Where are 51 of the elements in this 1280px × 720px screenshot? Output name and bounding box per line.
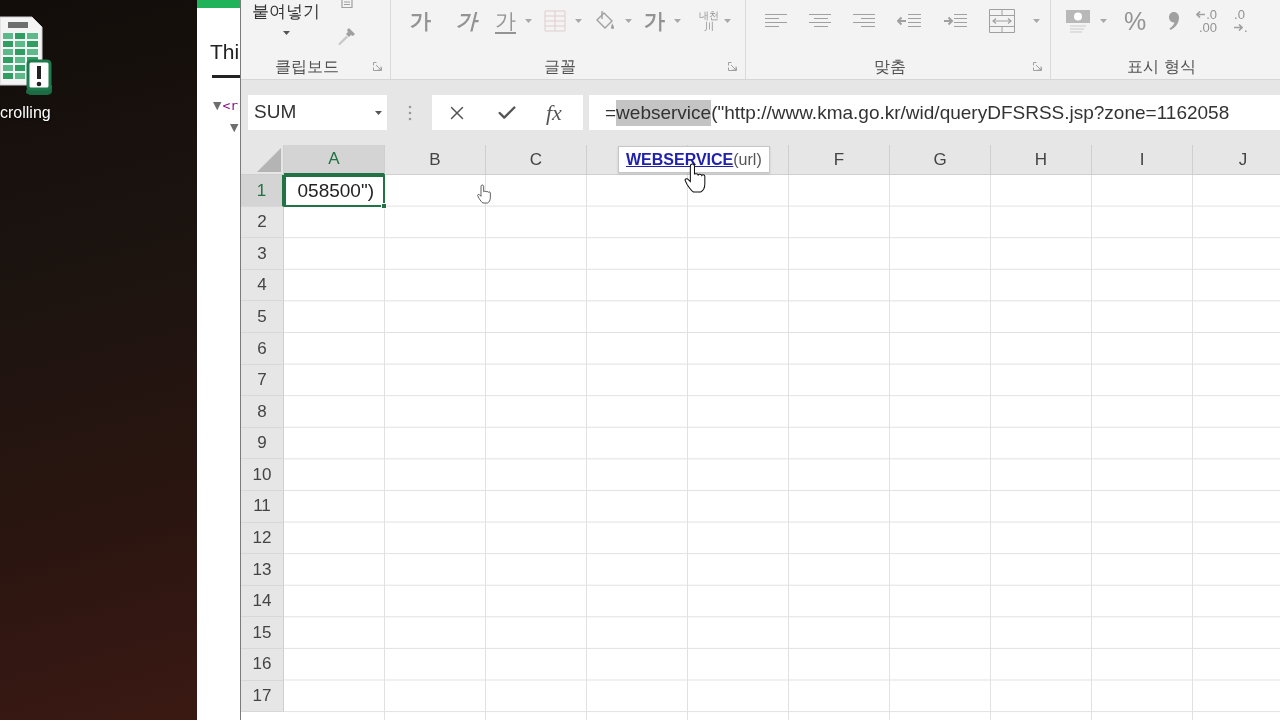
formula-input[interactable]: =webservice("http://www.kma.go.kr/wid/queryDFSRSS.jsp?zone=1162058 bbox=[589, 95, 1280, 130]
row-header[interactable]: 12 bbox=[241, 522, 284, 555]
row-header[interactable]: 15 bbox=[241, 617, 284, 649]
ribbon-group-label: 맞춤 bbox=[872, 56, 907, 77]
insert-function-button[interactable]: fx bbox=[546, 100, 562, 125]
ribbon-group-label: 글꼴 bbox=[542, 56, 577, 77]
column-header[interactable]: H bbox=[991, 145, 1092, 175]
html-tag-text: <r bbox=[222, 97, 239, 116]
column-header[interactable]: C bbox=[486, 145, 587, 175]
ribbon-group-label: 클립보드 bbox=[274, 56, 340, 77]
formula-text: ("http://www.kma.go.kr/wid/queryDFSRSS.jsp?zone=1162058 bbox=[711, 100, 1230, 125]
browser-top-bar bbox=[197, 0, 240, 8]
column-header[interactable]: F bbox=[789, 145, 890, 175]
column-header[interactable]: G bbox=[890, 145, 991, 175]
active-cell[interactable]: 058500") bbox=[284, 175, 385, 207]
row-header[interactable]: 4 bbox=[241, 269, 284, 302]
row-header[interactable]: 8 bbox=[241, 396, 284, 428]
formula-text: webservice bbox=[616, 99, 712, 126]
select-all-triangle-icon[interactable] bbox=[257, 148, 281, 172]
row-header[interactable]: 14 bbox=[241, 585, 284, 618]
function-link[interactable]: WEBSERVICE bbox=[626, 147, 734, 172]
argument-hint: (url) bbox=[733, 149, 762, 170]
arrow-left-icon bbox=[1196, 11, 1206, 18]
fill-handle[interactable] bbox=[381, 202, 387, 209]
formula-text: = bbox=[605, 100, 617, 125]
name-box[interactable]: SUM bbox=[248, 95, 387, 130]
caret-icon[interactable] bbox=[375, 110, 382, 115]
expand-arrow[interactable]: ▼ bbox=[213, 97, 222, 115]
row-header[interactable]: 10 bbox=[241, 459, 284, 491]
row-header[interactable]: 2 bbox=[241, 206, 284, 239]
row-header[interactable]: 5 bbox=[241, 301, 284, 333]
row-header[interactable]: 11 bbox=[241, 490, 284, 523]
row-header[interactable]: 6 bbox=[241, 332, 284, 365]
row-header[interactable]: 13 bbox=[241, 554, 284, 586]
desktop-icon-label[interactable]: crolling bbox=[0, 104, 51, 122]
column-header[interactable]: A bbox=[284, 145, 385, 175]
arrow-right-icon bbox=[1234, 24, 1244, 31]
column-header[interactable]: I bbox=[1092, 145, 1193, 175]
row-header[interactable]: 1 bbox=[241, 175, 284, 207]
cell-grid[interactable]: 058500") bbox=[284, 175, 1280, 720]
vertical-dots-icon[interactable] bbox=[408, 104, 412, 121]
column-header[interactable]: B bbox=[385, 145, 486, 175]
row-header[interactable]: 9 bbox=[241, 427, 284, 460]
row-header[interactable]: 17 bbox=[241, 680, 284, 713]
row-header[interactable]: 16 bbox=[241, 648, 284, 681]
hand-cursor-icon bbox=[477, 184, 491, 204]
ribbon-group-label: 표시 형식 bbox=[1126, 56, 1197, 77]
row-header[interactable]: 3 bbox=[241, 238, 284, 270]
expand-arrow[interactable]: ▼ bbox=[230, 119, 239, 137]
row-header[interactable]: 7 bbox=[241, 364, 284, 397]
page-heading: Thi bbox=[210, 39, 240, 65]
